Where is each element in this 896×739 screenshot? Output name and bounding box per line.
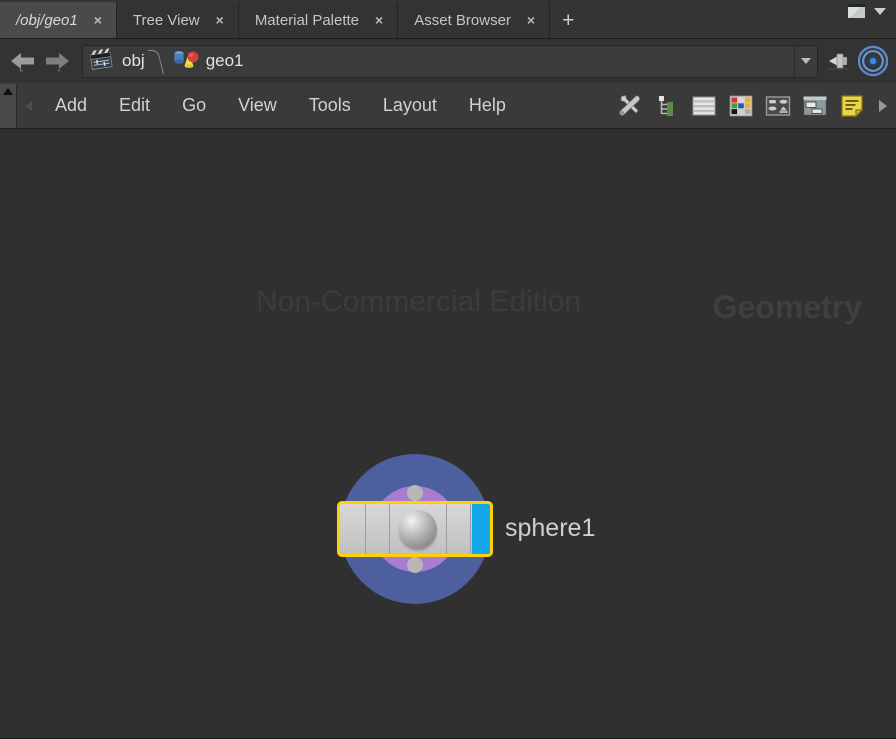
menu-view[interactable]: View — [222, 91, 293, 120]
menu-layout[interactable]: Layout — [367, 91, 453, 120]
tabbar-spacer — [586, 2, 848, 38]
tab-tree-view[interactable]: Tree View × — [116, 2, 239, 38]
pin-icon[interactable] — [824, 46, 854, 76]
tab-label: Material Palette — [254, 11, 360, 29]
network-toolbar — [615, 91, 896, 121]
node-sphere1[interactable]: sphere1 — [337, 454, 595, 604]
tab-close-icon[interactable]: × — [214, 12, 226, 28]
triangle-left-icon[interactable] — [17, 84, 39, 128]
node-divider — [365, 504, 366, 554]
network-editor-canvas[interactable]: Non-Commercial Edition Geometry sphere1 — [0, 129, 896, 739]
menu-tools[interactable]: Tools — [293, 91, 367, 120]
geometry-object-icon — [171, 46, 199, 77]
node-label: sphere1 — [505, 514, 596, 542]
triangle-right-icon[interactable] — [874, 91, 892, 121]
hierarchy-tree-icon[interactable] — [652, 91, 682, 121]
node-body[interactable] — [337, 501, 493, 557]
tab-obj-geo1[interactable]: /obj/geo1 × — [0, 2, 117, 38]
arrow-left-icon[interactable] — [8, 48, 38, 74]
tab-asset-browser[interactable]: Asset Browser × — [398, 2, 551, 38]
target-icon[interactable] — [858, 45, 888, 77]
tab-material-palette[interactable]: Material Palette × — [238, 2, 399, 38]
list-layers-icon[interactable] — [689, 91, 719, 121]
tab-label: Asset Browser — [414, 11, 511, 29]
node-divider — [446, 504, 447, 554]
watermark-context-label: Geometry — [712, 289, 862, 325]
breadcrumb-label: obj — [122, 51, 145, 70]
color-palette-grid-icon[interactable] — [726, 91, 756, 121]
menu-edit[interactable]: Edit — [103, 91, 166, 120]
chevron-down-icon[interactable] — [794, 45, 817, 77]
tab-bar: /obj/geo1 × Tree View × Material Palette… — [0, 0, 896, 39]
menu-go[interactable]: Go — [166, 91, 222, 120]
menu-bar: Add Edit Go View Tools Layout Help — [0, 83, 896, 129]
watermark-edition-label: Non-Commercial Edition — [256, 285, 582, 318]
path-bar: obj geo1 — [0, 39, 896, 83]
triangle-up-icon[interactable] — [0, 83, 17, 128]
houdini-network-editor-window: /obj/geo1 × Tree View × Material Palette… — [0, 0, 896, 739]
yellow-note-icon[interactable] — [837, 91, 867, 121]
panel-window-icon[interactable] — [800, 91, 830, 121]
arrow-right-icon[interactable] — [42, 48, 72, 74]
breadcrumb-geo1[interactable]: geo1 — [165, 46, 244, 77]
breadcrumb-obj[interactable]: obj — [83, 46, 145, 77]
node-input-connector[interactable] — [407, 485, 423, 501]
breadcrumb-separator — [149, 46, 163, 77]
tab-close-icon[interactable]: × — [92, 12, 104, 28]
caret-down-icon[interactable] — [874, 7, 886, 15]
node-divider — [389, 504, 390, 554]
node-layout-icon[interactable] — [763, 91, 793, 121]
clapperboard-icon — [89, 46, 115, 77]
window-controls — [848, 0, 896, 38]
node-output-connector[interactable] — [407, 557, 423, 573]
menu-help[interactable]: Help — [453, 91, 522, 120]
menu-add[interactable]: Add — [39, 91, 103, 120]
node-divider — [470, 504, 471, 554]
tab-close-icon[interactable]: × — [373, 12, 385, 28]
path-input[interactable]: obj geo1 — [82, 44, 818, 78]
tab-label: Tree View — [132, 11, 200, 29]
window-restore-icon[interactable] — [848, 4, 865, 18]
tab-label: /obj/geo1 — [16, 11, 78, 29]
new-tab-button[interactable]: + — [550, 2, 586, 38]
sphere-icon — [399, 510, 437, 548]
wrench-screwdriver-icon[interactable] — [615, 91, 645, 121]
node-display-flag[interactable] — [472, 504, 490, 554]
tab-close-icon[interactable]: × — [525, 12, 537, 28]
breadcrumb-label: geo1 — [205, 51, 244, 70]
